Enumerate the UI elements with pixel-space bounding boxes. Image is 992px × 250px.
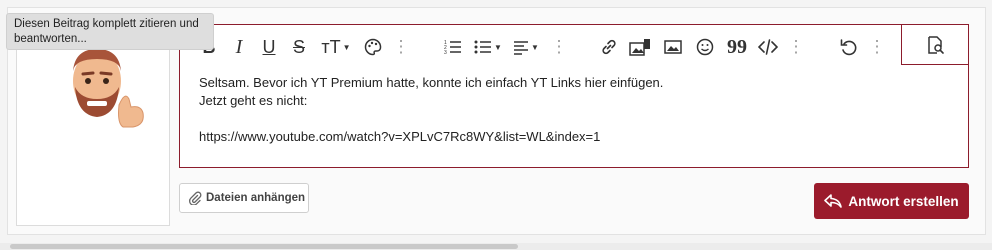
strikethrough-button[interactable]: S [290,34,308,60]
image-gallery-button[interactable] [628,34,652,60]
link-icon [602,39,616,55]
preview-icon [928,35,944,54]
attach-files-button[interactable]: Dateien anhängen [179,183,309,213]
avatar [73,49,144,128]
more-options-icon[interactable]: ⋮ [551,34,568,60]
quote-button[interactable]: 99 [724,34,750,60]
message-editor[interactable]: B I U S тT▼ ⋮ 123 ▼ ▼ ⋮ [179,24,969,168]
bulleted-list-icon [474,40,492,54]
emoji-button[interactable] [694,34,716,60]
image-button[interactable] [662,34,684,60]
reply-icon [824,194,843,208]
paperclip-icon [188,191,202,205]
align-button[interactable]: ▼ [510,34,542,60]
editor-toolbar: B I U S тT▼ ⋮ 123 ▼ ▼ ⋮ [180,24,969,67]
code-button[interactable] [756,34,780,60]
scrollbar-thumb[interactable] [10,244,518,249]
chevron-down-icon: ▼ [342,42,351,52]
image-icon [664,40,682,54]
attach-files-label: Dateien anhängen [206,192,306,204]
content-link: https://www.youtube.com/watch?v=XPLvC7Rc… [199,129,601,144]
svg-text:3: 3 [444,50,447,56]
chevron-down-icon: ▼ [531,42,539,52]
italic-icon: I [235,35,243,58]
text-color-button[interactable] [362,34,384,60]
more-options-icon[interactable]: ⋮ [869,34,886,60]
chevron-down-icon: ▼ [494,42,502,52]
underline-button[interactable]: U [260,34,278,60]
strikethrough-icon: S [292,36,305,57]
user-avatar-panel [16,24,170,226]
more-options-icon[interactable]: ⋮ [393,34,410,60]
font-size-icon: тT [321,36,341,57]
italic-button[interactable]: I [230,34,248,60]
align-icon [514,41,529,55]
undo-button[interactable] [838,34,860,60]
underline-icon: U [262,36,276,57]
code-icon [758,39,778,55]
ordered-list-button[interactable]: 123 [442,34,464,60]
submit-reply-label: Antwort erstellen [848,193,959,209]
link-button[interactable] [598,34,620,60]
editor-content[interactable]: Seltsam. Bevor ich YT Premium hatte, kon… [199,74,939,146]
more-options-icon[interactable]: ⋮ [788,34,805,60]
preview-button[interactable] [901,24,969,65]
image-gallery-icon [629,39,650,56]
bulleted-list-button[interactable]: ▼ [472,34,504,60]
undo-icon [840,39,857,56]
quote-icon: 99 [727,35,747,58]
submit-reply-button[interactable]: Antwort erstellen [814,183,969,219]
content-line: Seltsam. Bevor ich YT Premium hatte, kon… [199,75,664,90]
empty-line [199,110,939,128]
emoji-icon [696,38,714,56]
font-size-button[interactable]: тT ▼ [318,34,354,60]
horizontal-scrollbar[interactable] [0,243,992,250]
ordered-list-icon: 123 [444,40,461,56]
quote-tooltip: Diesen Beitrag komplett zitieren und bea… [6,13,214,50]
content-line: Jetzt geht es nicht: [199,93,308,108]
palette-icon [364,38,382,56]
